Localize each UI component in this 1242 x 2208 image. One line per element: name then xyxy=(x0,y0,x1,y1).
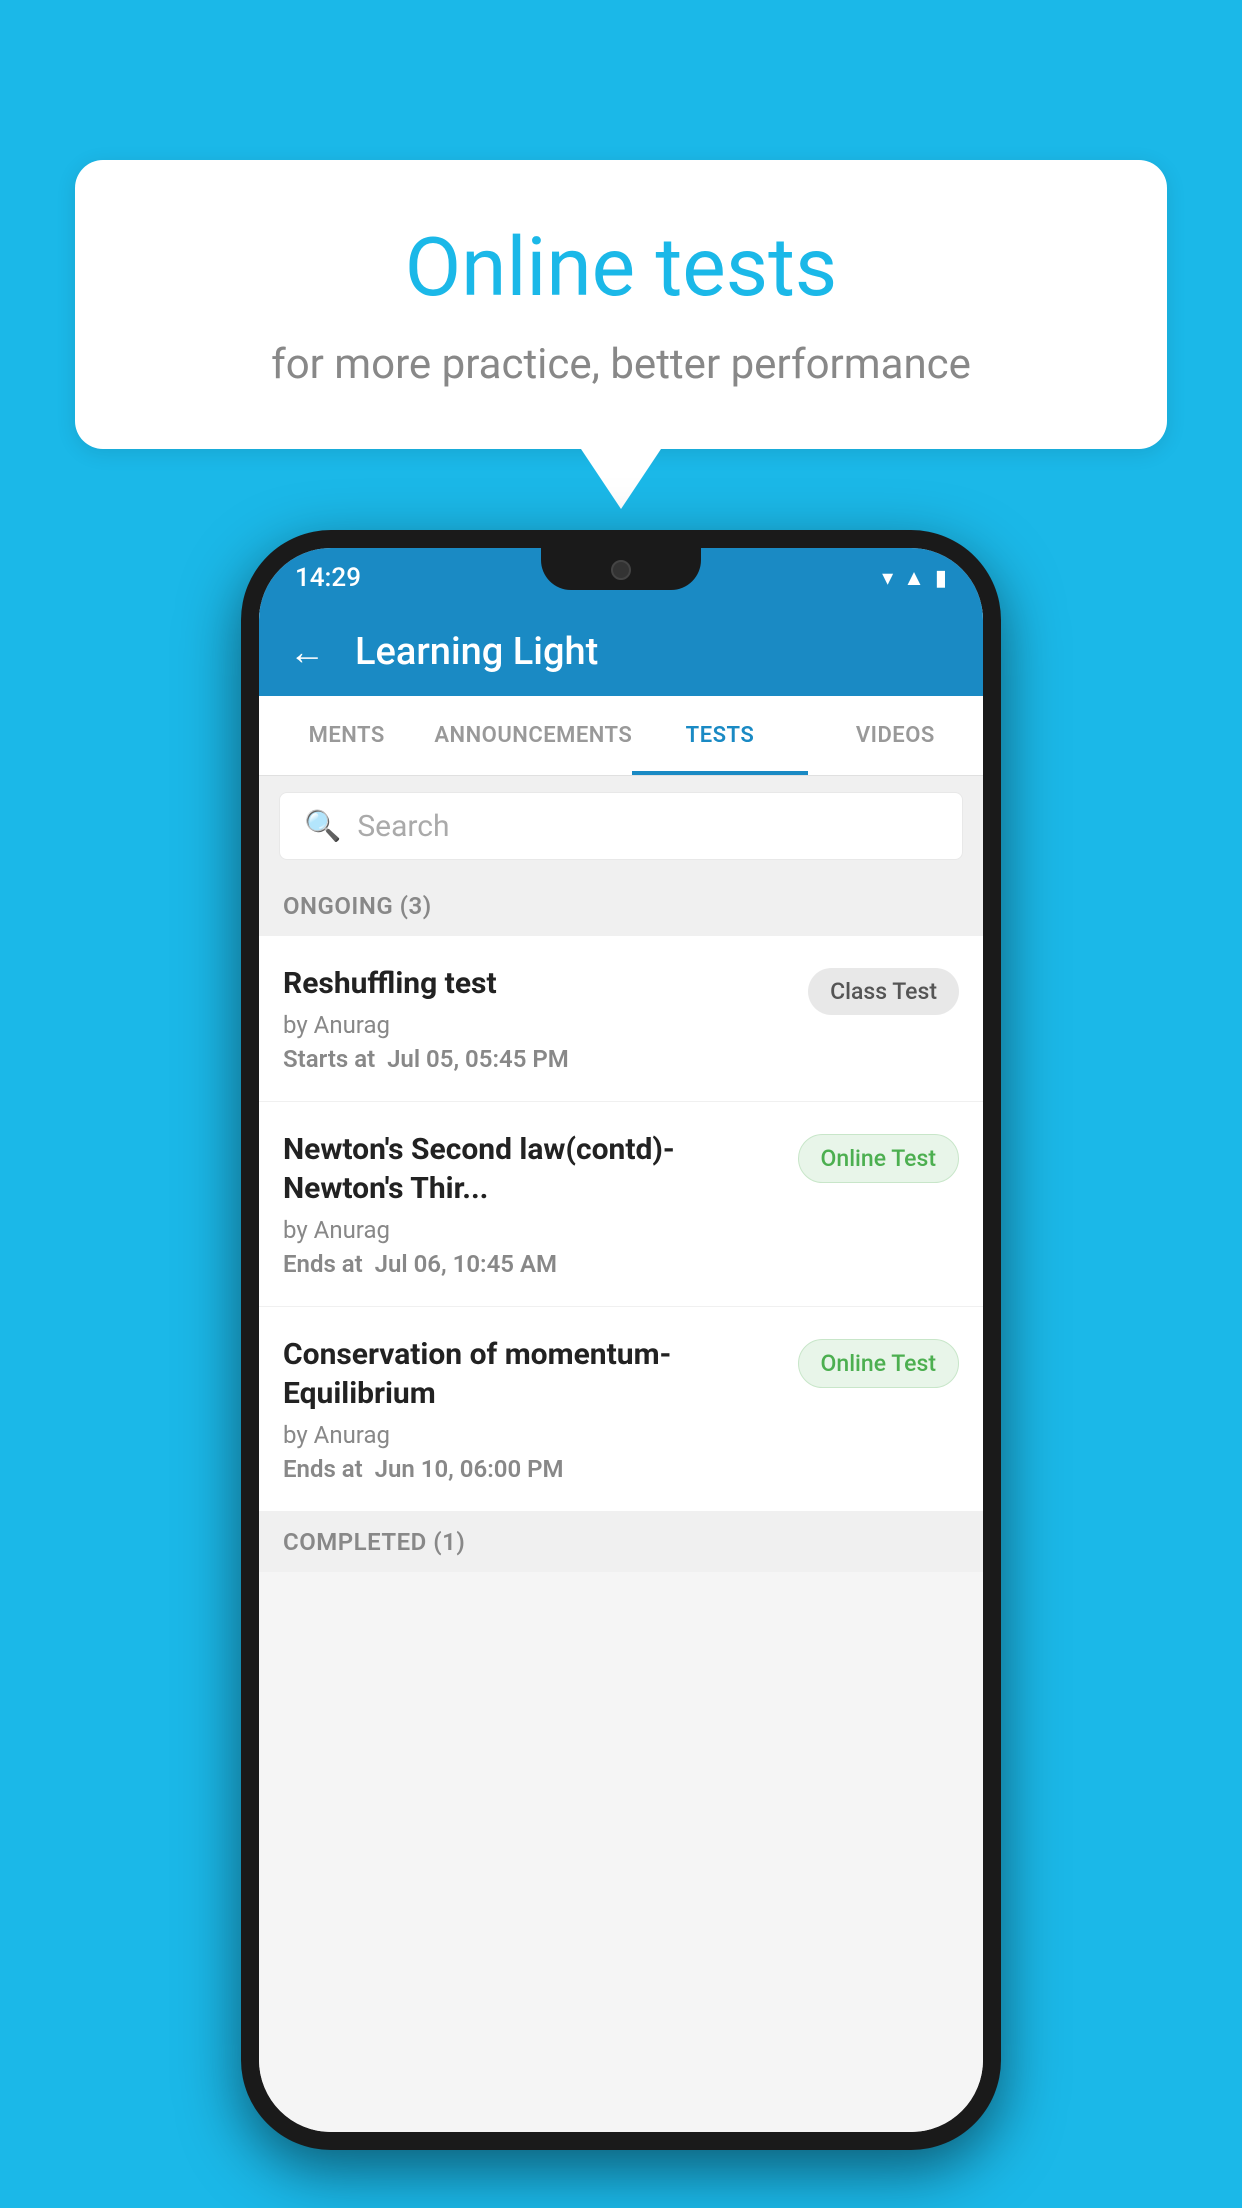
status-time: 14:29 xyxy=(295,563,361,593)
test-badge-class: Class Test xyxy=(808,968,959,1015)
bubble-tail xyxy=(581,449,661,509)
ongoing-label: ONGOING (3) xyxy=(283,892,432,920)
speech-bubble: Online tests for more practice, better p… xyxy=(75,160,1167,449)
search-bar[interactable]: 🔍 Search xyxy=(279,792,963,860)
status-icons: ▾ ▲ ▮ xyxy=(882,565,947,591)
test-info: Reshuffling test by Anurag Starts at Jul… xyxy=(283,964,788,1073)
test-time: Ends at Jul 06, 10:45 AM xyxy=(283,1250,778,1278)
tabs-bar: MENTS ANNOUNCEMENTS TESTS VIDEOS xyxy=(259,696,983,776)
search-icon: 🔍 xyxy=(304,809,341,844)
ongoing-section-header: ONGOING (3) xyxy=(259,876,983,936)
tab-tests[interactable]: TESTS xyxy=(632,696,807,775)
test-badge-online: Online Test xyxy=(798,1134,959,1183)
completed-label: COMPLETED (1) xyxy=(283,1528,465,1556)
app-header: ← Learning Light xyxy=(259,608,983,696)
test-name: Newton's Second law(contd)-Newton's Thir… xyxy=(283,1130,778,1208)
battery-icon: ▮ xyxy=(935,566,947,591)
wifi-icon: ▾ xyxy=(882,566,893,591)
signal-icon: ▲ xyxy=(903,565,925,591)
test-author: by Anurag xyxy=(283,1011,788,1039)
test-item[interactable]: Conservation of momentum-Equilibrium by … xyxy=(259,1307,983,1512)
test-badge-online: Online Test xyxy=(798,1339,959,1388)
tests-list: Reshuffling test by Anurag Starts at Jul… xyxy=(259,936,983,1512)
tab-ments[interactable]: MENTS xyxy=(259,696,434,775)
phone-outer-frame: 14:29 ▾ ▲ ▮ ← Learning Light MENTS xyxy=(241,530,1001,2150)
bubble-subtitle: for more practice, better performance xyxy=(145,340,1097,389)
test-author: by Anurag xyxy=(283,1216,778,1244)
test-author: by Anurag xyxy=(283,1421,778,1449)
phone-mockup: 14:29 ▾ ▲ ▮ ← Learning Light MENTS xyxy=(241,530,1001,2150)
tab-announcements[interactable]: ANNOUNCEMENTS xyxy=(434,696,632,775)
phone-notch xyxy=(541,548,701,590)
completed-section-header: COMPLETED (1) xyxy=(259,1512,983,1572)
search-placeholder: Search xyxy=(357,809,449,844)
test-info: Conservation of momentum-Equilibrium by … xyxy=(283,1335,778,1483)
phone-screen: 14:29 ▾ ▲ ▮ ← Learning Light MENTS xyxy=(259,548,983,2132)
bubble-title: Online tests xyxy=(145,220,1097,316)
back-button[interactable]: ← xyxy=(289,631,325,673)
test-time: Starts at Jul 05, 05:45 PM xyxy=(283,1045,788,1073)
app-title: Learning Light xyxy=(355,630,598,674)
speech-bubble-container: Online tests for more practice, better p… xyxy=(75,160,1167,509)
test-item[interactable]: Newton's Second law(contd)-Newton's Thir… xyxy=(259,1102,983,1307)
screen-content: ← Learning Light MENTS ANNOUNCEMENTS TES… xyxy=(259,608,983,2132)
test-info: Newton's Second law(contd)-Newton's Thir… xyxy=(283,1130,778,1278)
test-time: Ends at Jun 10, 06:00 PM xyxy=(283,1455,778,1483)
test-name: Reshuffling test xyxy=(283,964,788,1003)
test-item[interactable]: Reshuffling test by Anurag Starts at Jul… xyxy=(259,936,983,1102)
tab-videos[interactable]: VIDEOS xyxy=(808,696,983,775)
search-container: 🔍 Search xyxy=(259,776,983,876)
camera-lens xyxy=(611,560,631,580)
test-name: Conservation of momentum-Equilibrium xyxy=(283,1335,778,1413)
